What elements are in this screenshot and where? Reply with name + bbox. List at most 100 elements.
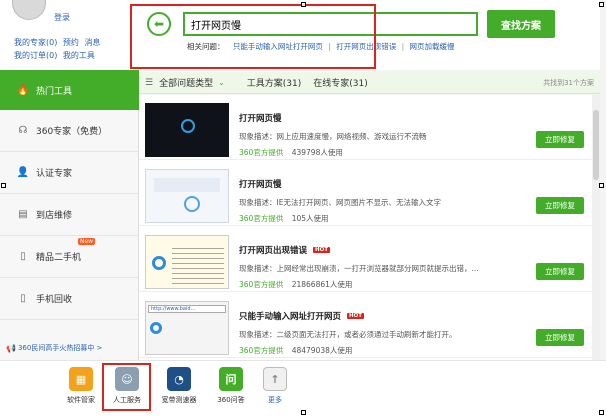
scroll-thumb[interactable] [593,110,599,180]
list-item: 打开网页慢 现象描述：IE无法打开网页、网页图片不显示、无法输入文字 360官方… [139,161,600,226]
user-links-row1: 我的专家(0) 预约 消息 [14,37,103,48]
result-source: 360官方提供 [239,280,284,289]
qa-icon: 问 [219,367,243,391]
result-users: 21866861人使用 [291,280,353,289]
new-badge: New [78,238,96,245]
sidebar-item-label: 精品二手机 [36,253,82,263]
hot-badge: HOT [347,313,365,319]
app-label: 更多 [268,396,282,404]
fix-now-button[interactable]: 立即修复 [536,329,584,346]
app-label: 360问答 [217,396,245,404]
app-window: 登录 我的专家(0) 预约 消息 我的订单(0) 我的工具 🔥 热门工具 ☊ 3… [0,0,606,418]
flame-icon: 🔥 [16,84,30,96]
dialog-text-lines [172,244,224,284]
fix-now-button[interactable]: 立即修复 [536,131,584,148]
sidebar-item-label: 热门工具 [36,86,73,97]
result-meta: 360官方提供 21866861人使用 [239,279,352,290]
ie-icon [150,322,162,334]
result-users: 439798人使用 [291,148,343,157]
human-service-icon: ☺ [115,367,139,391]
result-title[interactable]: 打开网页慢 [239,112,282,124]
chevron-down-icon[interactable]: ⌄ [218,78,225,87]
find-solution-button[interactable]: 查找方案 [487,10,555,38]
result-description: 现象描述：网上应用速度慢，网络视频、游戏运行不流畅 [239,132,427,141]
result-source: 360官方提供 [239,148,284,157]
my-tools-link[interactable]: 我的工具 [63,51,95,60]
my-experts-link[interactable]: 我的专家(0) [14,38,57,47]
more-icon: ↑ [263,367,287,391]
app-label: 软件管家 [67,396,95,404]
sidebar-item-360-expert[interactable]: ☊ 360专家（免费） [0,110,139,152]
result-count: 共找到31个方案 [543,78,594,87]
back-button[interactable]: ⬅ [147,12,171,36]
related-link[interactable]: 打开网页出现错误 [336,42,396,51]
sidebar-item-label: 手机回收 [36,295,73,305]
related-label: 相关问题： [187,42,225,51]
sidebar-item-used-phones[interactable]: ▯ 精品二手机 New [0,236,139,278]
app-more[interactable]: ↑ 更多 [252,367,298,405]
app-human-service[interactable]: ☺ 人工服务 [104,367,150,405]
sidebar-item-store-repair[interactable]: ▤ 到店维修 [0,194,139,236]
recruit-link[interactable]: 📢 360民间高手火热招募中 > [6,343,102,353]
filter-bar: ☰ 全部问题类型 ⌄ 工具方案(31) 在线专家(31) 共找到31个方案 [139,72,600,94]
result-meta: 360官方提供 439798人使用 [239,147,343,158]
login-link[interactable]: 登录 [54,12,70,23]
result-title[interactable]: 打开网页慢 [239,178,282,190]
scrollbar[interactable] [592,95,600,360]
sidebar-item-label: 360专家（免费） [36,127,108,137]
result-title[interactable]: 只能手动输入网址打开网页 HOT [239,310,365,322]
related-link[interactable]: 只能手动输入网址打开网页 [233,42,323,51]
result-thumbnail [145,235,229,289]
fix-now-button[interactable]: 立即修复 [536,197,584,214]
sidebar-item-phone-recycle[interactable]: ▯ 手机回收 [0,278,139,320]
result-thumbnail [145,169,229,223]
messages-link[interactable]: 消息 [84,38,100,47]
user-panel: 登录 我的专家(0) 预约 消息 我的订单(0) 我的工具 [0,0,139,70]
resize-handle[interactable] [301,2,306,7]
store-icon: ▤ [18,209,28,220]
result-description: 现象描述：IE无法打开网页、网页图片不显示、无法输入文字 [239,198,441,207]
app-360-qa[interactable]: 问 360问答 [208,367,254,405]
result-meta: 360官方提供 48479038人使用 [239,345,352,356]
resize-handle[interactable] [301,410,306,415]
recycle-phone-icon: ▯ [20,293,26,304]
sidebar-item-certified-expert[interactable]: 👤 认证专家 [0,152,139,194]
app-speed-test[interactable]: ◔ 宽带测速器 [156,367,202,405]
tab-online-experts[interactable]: 在线专家(31) [313,76,367,89]
app-label: 宽带测速器 [161,396,197,404]
my-orders-link[interactable]: 我的订单(0) [14,51,57,60]
user-links-row2: 我的订单(0) 我的工具 [14,50,98,61]
avatar[interactable] [12,0,46,20]
search-input[interactable] [183,12,478,36]
result-users: 48479038人使用 [291,346,353,355]
list-item: 打开网页出现错误 HOT 现象描述：上网经常出现崩溃，一打开浏览器就部分网页就提… [139,227,600,292]
separator: | [328,42,331,51]
result-meta: 360官方提供 105人使用 [239,213,329,224]
phone-icon: ▯ [20,251,26,262]
fix-now-button[interactable]: 立即修复 [536,263,584,280]
tab-tool-solutions[interactable]: 工具方案(31) [247,76,301,89]
result-source: 360官方提供 [239,346,284,355]
list-item: http://www.baid... 只能手动输入网址打开网页 HOT 现象描述… [139,293,600,358]
resize-handle[interactable] [1,183,6,188]
result-description: 现象描述：二级页面无法打开，或者必须通过手动刷新才能打开。 [239,330,457,339]
list-item: 打开网页慢 现象描述：网上应用速度慢，网络视频、游戏运行不流畅 360官方提供 … [139,95,600,160]
ie-icon [152,256,166,270]
appointment-link[interactable]: 预约 [63,38,79,47]
megaphone-icon: 📢 [6,343,16,353]
app-software-manager[interactable]: ▦ 软件管家 [58,367,104,405]
sidebar-item-label: 认证专家 [36,169,73,179]
sidebar-item-hot-tools[interactable]: 🔥 热门工具 [0,70,139,110]
result-title[interactable]: 打开网页出现错误 HOT [239,244,331,256]
all-types-dropdown[interactable]: 全部问题类型 [159,76,213,89]
resize-handle[interactable] [599,2,604,7]
result-list: 打开网页慢 现象描述：网上应用速度慢，网络视频、游戏运行不流畅 360官方提供 … [139,95,600,360]
resize-handle[interactable] [599,410,604,415]
related-link[interactable]: 网页加载缓慢 [410,42,455,51]
related-questions: 相关问题： 只能手动输入网址打开网页 | 打开网页出现错误 | 网页加载缓慢 [187,41,455,52]
result-thumbnail: http://www.baid... [145,301,229,355]
sidebar-item-label: 到店维修 [36,211,73,221]
resize-handle[interactable] [599,183,604,188]
recruit-link-text: 360民间高手火热招募中 > [17,344,103,352]
speedometer-icon: ◔ [167,367,191,391]
